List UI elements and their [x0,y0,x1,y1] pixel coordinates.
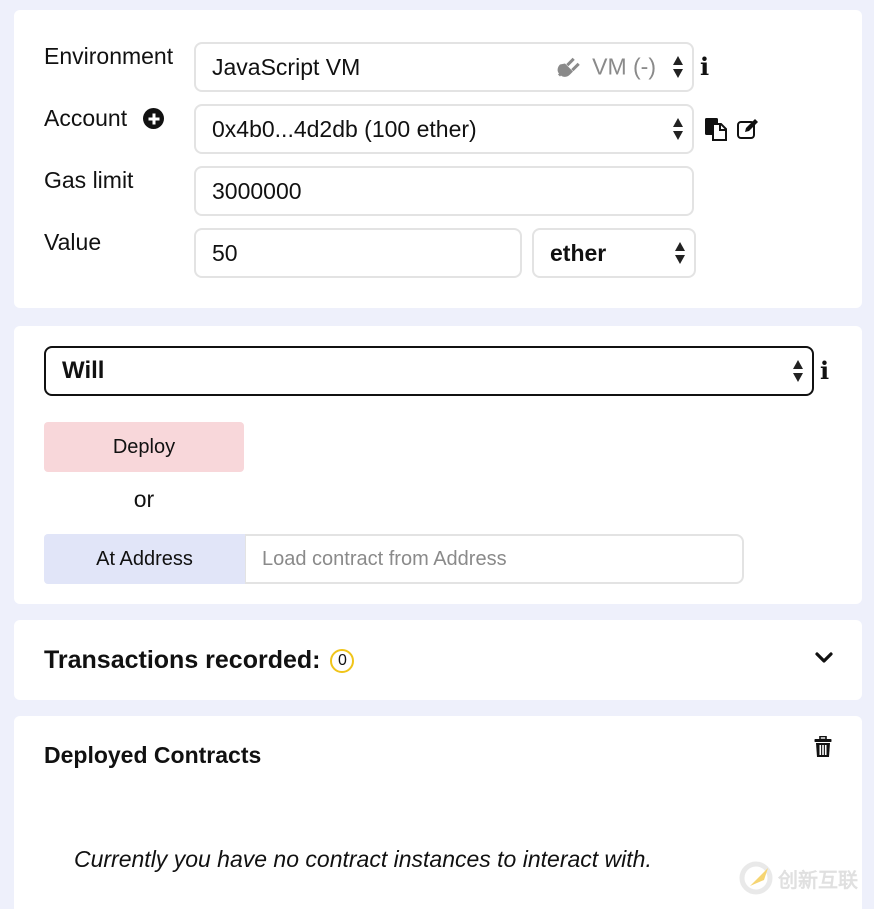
transactions-title-group: Transactions recorded: 0 [44,646,355,675]
run-settings-panel: Environment JavaScript VM VM (-) i Accou… [14,10,862,308]
transactions-count-badge: 0 [330,648,355,673]
at-address-group: At Address [44,534,744,584]
chevron-down-icon[interactable] [814,650,834,666]
deployed-contracts-panel: Deployed Contracts Currently you have no… [14,716,862,909]
value-unit-select[interactable]: ether [532,228,696,278]
value-unit-arrows [674,241,686,265]
value-input[interactable]: 50 [194,228,522,278]
environment-info-icon[interactable]: i [700,52,709,81]
value-amount: 50 [212,239,238,266]
watermark-text: 创新互联 [778,869,858,892]
watermark-logo-icon [739,861,773,895]
value-unit: ether [550,239,607,266]
deployed-contracts-title: Deployed Contracts [44,742,262,768]
account-label: Account [44,105,128,131]
trash-icon[interactable] [814,736,832,758]
or-separator: or [133,486,155,512]
environment-value: JavaScript VM [212,53,361,80]
environment-row: Environment [44,43,194,70]
transactions-recorded-panel[interactable]: Transactions recorded: 0 [14,620,862,700]
environment-label: Environment [44,43,174,69]
value-row: Value [44,229,194,256]
contract-name: Will [62,357,105,384]
network-indicator: VM (-) [556,54,656,81]
contract-info-icon[interactable]: i [820,356,829,385]
watermark: 创新互联 [738,860,858,896]
account-select-arrows [672,117,684,141]
value-label: Value [44,229,102,255]
contract-select-arrows [792,359,804,383]
account-select[interactable]: 0x4b0...4d2db (100 ether) [194,104,694,154]
transactions-title: Transactions recorded: [44,646,321,674]
account-label-group: Account [44,105,194,132]
gas-limit-row: Gas limit [44,167,194,194]
contract-panel: Will i Deploy or At Address [14,326,862,604]
account-row: Account [44,105,194,132]
at-address-button[interactable]: At Address [44,534,245,584]
add-account-icon[interactable] [143,108,165,129]
plug-icon [557,57,580,77]
gas-limit-value: 3000000 [212,177,302,204]
copy-icon[interactable] [704,117,728,141]
deploy-button[interactable]: Deploy [44,422,244,472]
no-contracts-message: Currently you have no contract instances… [74,846,652,872]
gas-limit-input[interactable]: 3000000 [194,166,694,216]
gas-limit-label: Gas limit [44,167,134,193]
environment-select-arrows [672,55,684,79]
contract-address-input[interactable] [245,534,744,584]
network-label: VM (-) [592,53,656,80]
contract-select[interactable]: Will [44,346,814,396]
account-value: 0x4b0...4d2db (100 ether) [212,115,477,142]
edit-icon[interactable] [736,117,760,141]
environment-select[interactable]: JavaScript VM VM (-) [194,42,694,92]
